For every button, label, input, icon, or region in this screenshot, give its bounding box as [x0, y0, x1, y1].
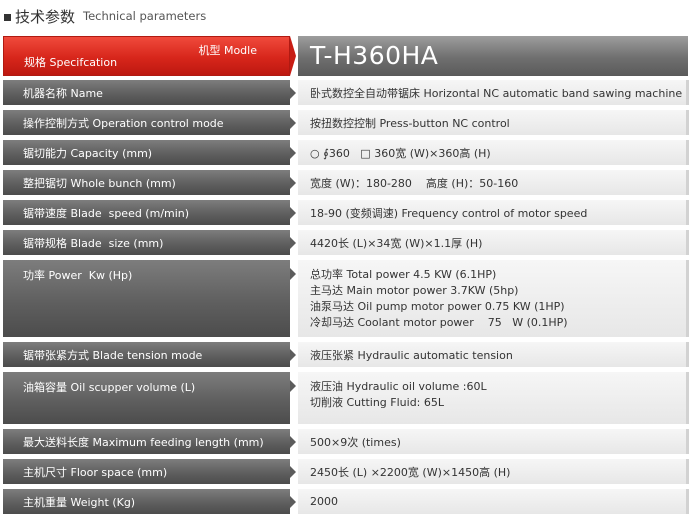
row-label: 功率 Power Kw (Hp) — [3, 260, 290, 337]
value-line: 油泵马达 Oil pump motor power 0.75 KW (1HP) — [310, 299, 565, 313]
row-arrow-icon — [290, 380, 296, 392]
row-arrow-icon — [290, 116, 296, 129]
specification-label: 规格 Specifcation — [24, 56, 118, 69]
row-value: ○ ∮360 □ 360宽 (W)×360高 (H) — [298, 140, 689, 165]
row-label: 主机重量 Weight (Kg) — [3, 489, 290, 514]
row-value: 2450长 (L) ×2200宽 (W)×1450高 (H) — [298, 459, 689, 484]
row-value: 总功率 Total power 4.5 KW (6.1HP) 主马达 Main … — [298, 260, 689, 337]
spec-row-name: 机器名称 Name 卧式数控全自动带锯床 Horizontal NC autom… — [3, 80, 689, 105]
value-line: 主马达 Main motor power 3.7KW (5hp) — [310, 283, 519, 297]
value-line: 冷却马达 Coolant motor power 75 W (0.1HP) — [310, 315, 568, 329]
value-line: 总功率 Total power 4.5 KW (6.1HP) — [310, 267, 497, 281]
spec-row-weight: 主机重量 Weight (Kg) 2000 — [3, 489, 689, 514]
row-value: 液压油 Hydraulic oil volume :60L 切削液 Cuttin… — [298, 372, 689, 424]
spec-row-operation-control: 操作控制方式 Operation control mode 按扭数控控制 Pre… — [3, 110, 689, 135]
row-arrow-icon — [290, 435, 296, 448]
row-value: 500×9次 (times) — [298, 429, 689, 454]
row-label: 油箱容量 Oil scupper volume (L) — [3, 372, 290, 424]
row-label: 锯切能力 Capacity (mm) — [3, 140, 290, 165]
row-arrow-icon — [290, 348, 296, 361]
section-title: 技术参数 Technical parameters — [4, 4, 206, 28]
row-label: 主机尺寸 Floor space (mm) — [3, 459, 290, 484]
row-value: 按扭数控控制 Press-button NC control — [298, 110, 689, 135]
row-arrow-icon — [290, 206, 296, 219]
title-bullet-icon — [4, 13, 11, 21]
row-arrow-icon — [290, 176, 296, 189]
row-arrow-icon — [290, 236, 296, 249]
title-chinese: 技术参数 — [15, 7, 76, 26]
spec-row-floor-space: 主机尺寸 Floor space (mm) 2450长 (L) ×2200宽 (… — [3, 459, 689, 484]
spec-row-blade-size: 锯带规格 Blade size (mm) 4420长 (L)×34宽 (W)×1… — [3, 230, 689, 255]
row-value: 18-90 (变频调速) Frequency control of motor … — [298, 200, 689, 225]
spec-row-feeding-length: 最大送料长度 Maximum feeding length (mm) 500×9… — [3, 429, 689, 454]
spec-row-blade-speed: 锯带速度 Blade speed (m/min) 18-90 (变频调速) Fr… — [3, 200, 689, 225]
spec-row-blade-tension: 锯带张紧方式 Blade tension mode 液压张紧 Hydraulic… — [3, 342, 689, 367]
row-arrow-icon — [290, 86, 296, 99]
row-value: 卧式数控全自动带锯床 Horizontal NC automatic band … — [298, 80, 689, 105]
row-arrow-icon — [290, 495, 296, 508]
row-label: 操作控制方式 Operation control mode — [3, 110, 290, 135]
value-line: 切削液 Cutting Fluid: 65L — [310, 396, 445, 409]
header-arrow-icon — [290, 36, 296, 76]
spec-header-cell: 机型 Modle 规格 Specifcation — [3, 36, 290, 76]
row-arrow-icon — [290, 465, 296, 478]
row-value: 4420长 (L)×34宽 (W)×1.1厚 (H) — [298, 230, 689, 255]
row-label: 锯带张紧方式 Blade tension mode — [3, 342, 290, 367]
row-label: 最大送料长度 Maximum feeding length (mm) — [3, 429, 290, 454]
model-label: 机型 Modle — [198, 44, 257, 57]
title-english: Technical parameters — [83, 9, 207, 23]
row-arrow-icon — [290, 146, 296, 159]
row-label: 锯带规格 Blade size (mm) — [3, 230, 290, 255]
spec-row-power: 功率 Power Kw (Hp) 总功率 Total power 4.5 KW … — [3, 260, 689, 337]
row-arrow-icon — [290, 268, 296, 280]
spec-row-whole-bunch: 整把锯切 Whole bunch (mm) 宽度 (W)：180-280 高度 … — [3, 170, 689, 195]
value-line: 液压油 Hydraulic oil volume :60L — [310, 380, 487, 393]
row-label: 整把锯切 Whole bunch (mm) — [3, 170, 290, 195]
spec-row-capacity: 锯切能力 Capacity (mm) ○ ∮360 □ 360宽 (W)×360… — [3, 140, 689, 165]
row-value: 2000 — [298, 489, 689, 514]
row-label: 机器名称 Name — [3, 80, 290, 105]
model-value: T-H360HA — [298, 36, 688, 76]
row-value: 宽度 (W)：180-280 高度 (H)：50-160 — [298, 170, 689, 195]
spec-row-oil-volume: 油箱容量 Oil scupper volume (L) 液压油 Hydrauli… — [3, 372, 689, 424]
row-label: 锯带速度 Blade speed (m/min) — [3, 200, 290, 225]
row-value: 液压张紧 Hydraulic automatic tension — [298, 342, 689, 367]
